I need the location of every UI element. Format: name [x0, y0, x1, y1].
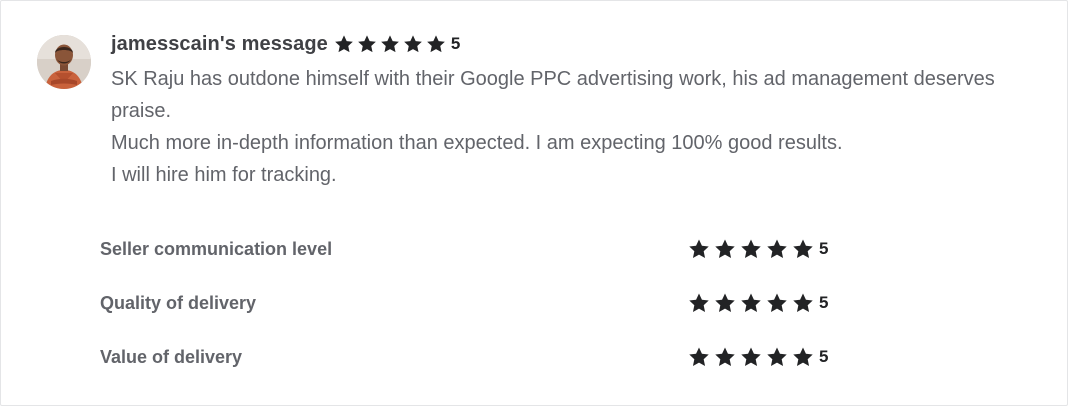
review-text: SK Raju has outdone himself with their G…	[111, 63, 1051, 191]
star-icon	[714, 238, 736, 260]
breakdown-score: 5	[819, 293, 829, 312]
star-icon	[403, 34, 423, 54]
star-icon	[688, 346, 710, 368]
breakdown-label: Seller communication level	[100, 238, 333, 259]
star-icon	[740, 292, 762, 314]
star-icon	[766, 292, 788, 314]
star-icon	[792, 346, 814, 368]
review-author[interactable]: jamesscain's message	[111, 33, 328, 56]
star-icon	[714, 346, 736, 368]
star-icon	[792, 292, 814, 314]
review-paragraph: SK Raju has outdone himself with their G…	[111, 68, 995, 122]
breakdown-label: Value of delivery	[100, 346, 243, 367]
breakdown-stars	[688, 346, 814, 368]
user-avatar-icon	[37, 35, 91, 89]
avatar[interactable]	[37, 35, 91, 89]
review-score: 5	[450, 34, 461, 53]
breakdown-row: Seller communication level 5	[100, 231, 840, 267]
star-icon	[766, 346, 788, 368]
star-icon	[357, 34, 377, 54]
breakdown-score: 5	[819, 239, 829, 258]
review-header: jamesscain's message 5	[111, 31, 1051, 57]
rating-breakdown: Seller communication level 5 Quality of …	[100, 231, 840, 393]
star-icon	[714, 292, 736, 314]
breakdown-score: 5	[819, 347, 829, 366]
review-paragraph: I will hire him for tracking.	[111, 164, 337, 186]
review-card: jamesscain's message 5 SK Raju has outdo…	[0, 0, 1068, 406]
star-icon	[380, 34, 400, 54]
star-icon	[792, 238, 814, 260]
star-icon	[740, 346, 762, 368]
breakdown-row: Value of delivery 5	[100, 339, 840, 375]
breakdown-row: Quality of delivery 5	[100, 285, 840, 321]
breakdown-stars	[688, 238, 814, 260]
review-body: jamesscain's message 5 SK Raju has outdo…	[111, 31, 1051, 191]
star-icon	[688, 292, 710, 314]
star-icon	[688, 238, 710, 260]
breakdown-stars	[688, 292, 814, 314]
star-icon	[766, 238, 788, 260]
breakdown-label: Quality of delivery	[100, 292, 257, 313]
star-icon	[426, 34, 446, 54]
star-icon	[740, 238, 762, 260]
review-paragraph: Much more in-depth information than expe…	[111, 132, 843, 154]
review-stars	[334, 34, 446, 54]
star-icon	[334, 34, 354, 54]
